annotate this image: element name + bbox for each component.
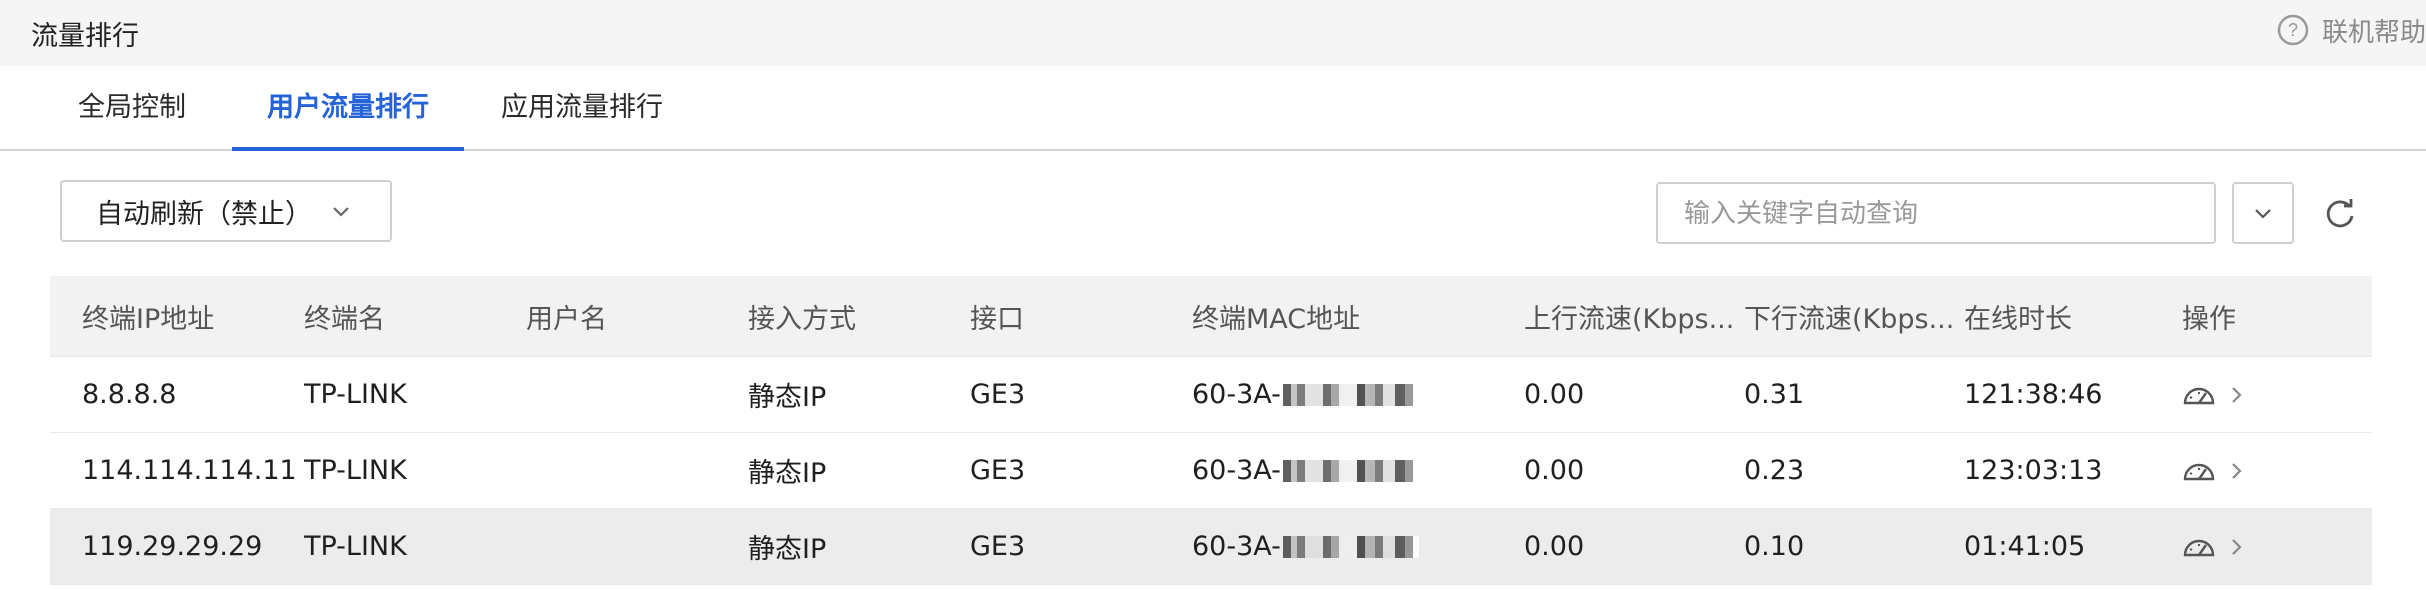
mac-redacted xyxy=(1282,383,1419,406)
mac-prefix: 60-3A- xyxy=(1192,379,1281,410)
table-row[interactable]: 114.114.114.11 TP-LINK 静态IP GE3 60-3A- 0… xyxy=(50,433,2372,509)
speedometer-icon[interactable] xyxy=(2182,535,2216,559)
table-header: 终端IP地址 终端名 用户名 接入方式 接口 终端MAC地址 上行流速(Kbps… xyxy=(50,276,2372,357)
chevron-right-icon[interactable] xyxy=(2230,460,2244,482)
col-access-mode[interactable]: 接入方式 xyxy=(748,276,962,356)
col-actions: 操作 xyxy=(2182,303,2236,335)
col-terminal-name[interactable]: 终端名 xyxy=(304,276,518,356)
tab-global-control[interactable]: 全局控制 xyxy=(50,66,214,149)
access-mode-cell: 静态IP xyxy=(748,382,827,413)
speedometer-icon[interactable] xyxy=(2182,459,2216,483)
col-interface[interactable]: 接口 xyxy=(970,276,1184,356)
col-upload-rate[interactable]: 上行流速(Kbps... xyxy=(1524,276,1738,356)
online-time-cell: 123:03:13 xyxy=(1964,455,2103,486)
mac-cell: 60-3A- xyxy=(1192,509,1512,584)
ip-cell: 119.29.29.29 xyxy=(82,531,263,562)
top-header: 流量排行 ? 联机帮助 xyxy=(0,0,2426,66)
auto-refresh-select[interactable]: 自动刷新（禁止） xyxy=(60,180,392,242)
search-input[interactable] xyxy=(1656,182,2216,244)
terminal-name-cell: TP-LINK xyxy=(304,379,407,410)
chevron-down-icon xyxy=(2255,209,2271,219)
online-help-link[interactable]: ? 联机帮助 xyxy=(2276,10,2426,50)
table-row[interactable]: 119.29.29.29 TP-LINK 静态IP GE3 60-3A- 0.0… xyxy=(50,509,2372,585)
tab-app-traffic-ranking[interactable]: 应用流量排行 xyxy=(482,66,682,149)
page-title: 流量排行 xyxy=(31,21,139,52)
col-ip[interactable]: 终端IP地址 xyxy=(82,276,296,356)
download-rate-cell: 0.23 xyxy=(1744,455,1805,486)
upload-rate-cell: 0.00 xyxy=(1524,455,1585,486)
ip-cell: 114.114.114.11 xyxy=(82,455,296,486)
tab-user-traffic-ranking[interactable]: 用户流量排行 xyxy=(232,66,464,151)
interface-cell: GE3 xyxy=(970,379,1026,410)
upload-rate-cell: 0.00 xyxy=(1524,531,1585,562)
username-cell xyxy=(526,433,740,508)
interface-cell: GE3 xyxy=(970,455,1026,486)
refresh-icon xyxy=(2326,199,2354,228)
mac-cell: 60-3A- xyxy=(1192,433,1512,508)
col-online-time[interactable]: 在线时长 xyxy=(1964,276,2174,356)
col-mac[interactable]: 终端MAC地址 xyxy=(1192,276,1512,356)
svg-text:?: ? xyxy=(2288,20,2298,40)
chevron-right-icon[interactable] xyxy=(2230,536,2244,558)
search-options-button[interactable] xyxy=(2232,182,2294,244)
terminal-name-cell: TP-LINK xyxy=(304,531,407,562)
access-mode-cell: 静态IP xyxy=(748,458,827,489)
online-time-cell: 01:41:05 xyxy=(1964,531,2086,562)
online-time-cell: 121:38:46 xyxy=(1964,379,2103,410)
chevron-down-icon xyxy=(333,207,349,217)
table-row[interactable]: 8.8.8.8 TP-LINK 静态IP GE3 60-3A- 0.00 0.3… xyxy=(50,357,2372,433)
speedometer-icon[interactable] xyxy=(2182,383,2216,407)
mac-redacted xyxy=(1282,535,1419,558)
mac-cell: 60-3A- xyxy=(1192,357,1512,432)
col-download-rate[interactable]: 下行流速(Kbps... xyxy=(1744,276,1958,356)
help-label: 联机帮助 xyxy=(2321,17,2426,48)
traffic-table: 终端IP地址 终端名 用户名 接入方式 接口 终端MAC地址 上行流速(Kbps… xyxy=(50,276,2372,585)
mac-prefix: 60-3A- xyxy=(1192,531,1281,562)
chevron-right-icon[interactable] xyxy=(2230,384,2244,406)
ip-cell: 8.8.8.8 xyxy=(82,379,177,410)
actions-cell xyxy=(2182,433,2332,508)
actions-cell xyxy=(2182,509,2332,584)
username-cell xyxy=(526,357,740,432)
username-cell xyxy=(526,509,740,584)
auto-refresh-value: 自动刷新（禁止） xyxy=(96,198,312,230)
access-mode-cell: 静态IP xyxy=(748,534,827,565)
interface-cell: GE3 xyxy=(970,531,1026,562)
col-username[interactable]: 用户名 xyxy=(526,276,740,356)
help-circle-icon: ? xyxy=(2277,14,2309,46)
refresh-button[interactable] xyxy=(2322,196,2358,232)
mac-redacted xyxy=(1282,459,1419,482)
download-rate-cell: 0.31 xyxy=(1744,379,1805,410)
download-rate-cell: 0.10 xyxy=(1744,531,1805,562)
upload-rate-cell: 0.00 xyxy=(1524,379,1585,410)
tab-bar: 全局控制 用户流量排行 应用流量排行 xyxy=(0,66,2426,151)
mac-prefix: 60-3A- xyxy=(1192,455,1281,486)
terminal-name-cell: TP-LINK xyxy=(304,455,407,486)
actions-cell xyxy=(2182,357,2332,432)
